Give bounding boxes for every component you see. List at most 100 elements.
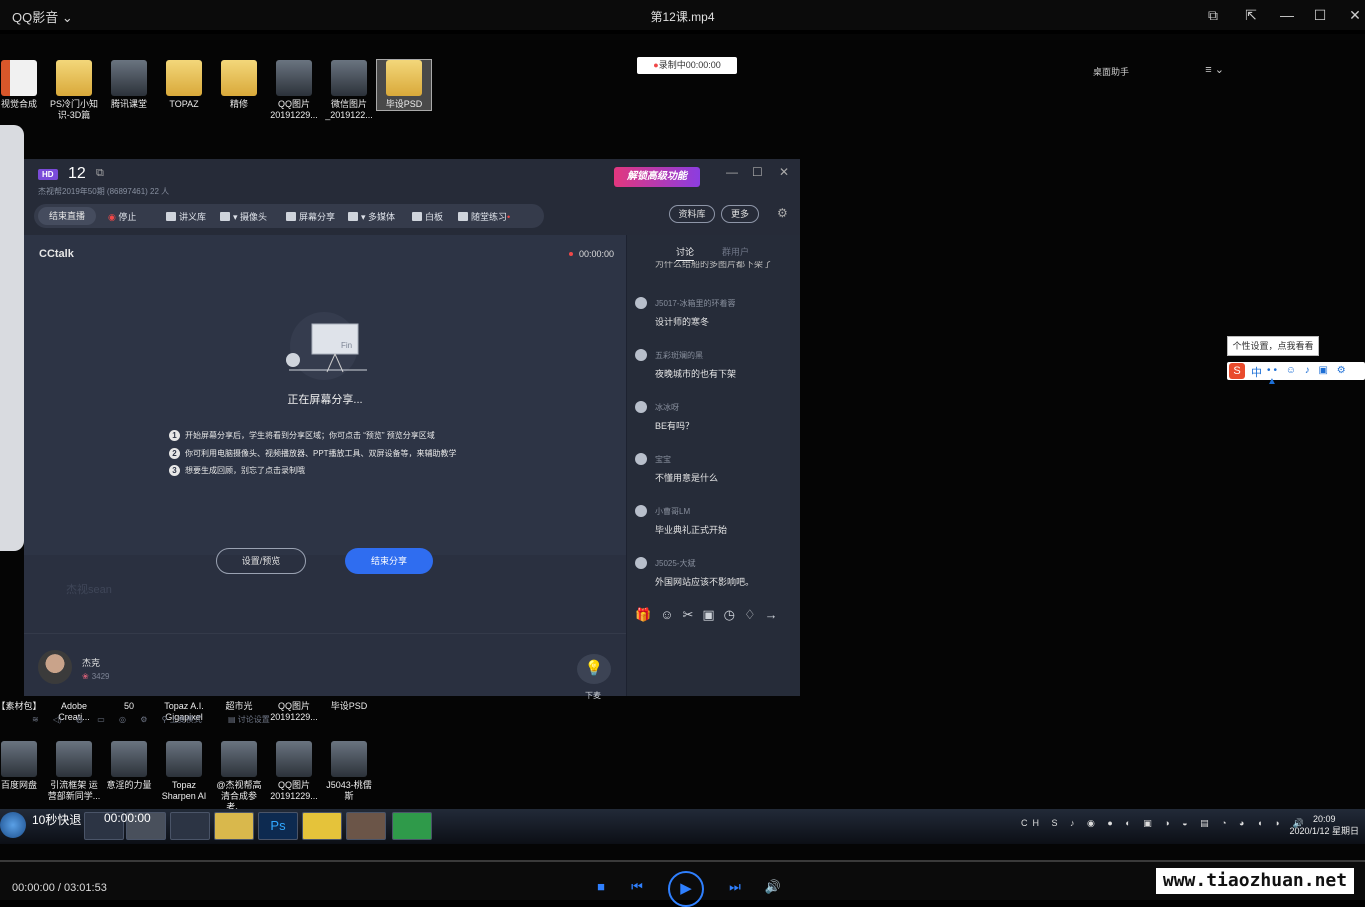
pip-icon[interactable]: ⧉ — [1204, 6, 1222, 24]
ime-toolbar[interactable]: S 中 •• ☺ ♪ ▣ ⚙ ▲ — [1227, 362, 1365, 387]
taskbar-photoshop[interactable]: Ps — [258, 812, 298, 840]
desktop-icon[interactable]: QQ图片20191229... — [267, 741, 321, 802]
end-share-button[interactable]: 结束分享 — [345, 548, 433, 574]
lecture-button[interactable]: 讲义库 — [166, 210, 206, 223]
ime-tip-bubble[interactable]: 个性设置，点我看看 — [1227, 336, 1319, 356]
taskbar-app[interactable] — [302, 812, 342, 840]
external-link-icon[interactable]: ⧉ — [96, 167, 104, 180]
ime-tools[interactable]: •• ☺ ♪ ▣ ⚙ ▲ — [1267, 365, 1365, 387]
mic-icon[interactable]: ◍ — [76, 715, 83, 724]
system-tray[interactable]: CH S ♪ ◉ ● ◐ ▣ ◑ ◒ ▤ ◔ ◕ ◖ ◗ 🔊 — [1021, 818, 1309, 829]
discussion-settings-link[interactable]: ▤ 讨论设置 — [228, 715, 282, 724]
mic-mode-link[interactable]: ⚲ 上麦模式 — [162, 715, 214, 724]
host-avatar[interactable] — [38, 650, 72, 684]
close-icon[interactable]: ✕ — [1346, 6, 1364, 24]
progress-bar[interactable] — [0, 860, 1365, 862]
bell-icon[interactable]: ♢ — [744, 607, 765, 622]
cc-maximize-icon[interactable]: ☐ — [752, 165, 763, 179]
camera-icon[interactable]: ◎ — [119, 715, 126, 724]
video-area[interactable]: 视觉合成 PS冷门小知识-3D篇 腾讯课堂 TOPAZ 精修 QQ图片20191229..… — [0, 34, 1365, 860]
tray-clock[interactable]: 20:09 2020/1/12 星期日 — [1289, 813, 1359, 837]
materials-button[interactable]: 资料库 — [669, 205, 715, 223]
user-avatar[interactable] — [635, 453, 647, 465]
gift-icon[interactable]: 🎁 — [635, 607, 660, 622]
tab-discuss[interactable]: 讨论 — [676, 245, 695, 261]
camera-icon — [220, 212, 230, 221]
whiteboard-button[interactable]: 白板 — [412, 210, 443, 223]
previous-icon[interactable]: ⏮ — [628, 879, 646, 895]
settings-icon[interactable]: ⚙ — [140, 715, 147, 724]
taskbar-app[interactable] — [170, 812, 210, 840]
unlock-premium-button[interactable]: 解锁高级功能 — [614, 167, 700, 187]
chat-clipped-message: 为什么给船的多图片都下架了 — [655, 261, 773, 269]
cc-close-icon[interactable]: ✕ — [779, 165, 789, 179]
play-icon[interactable]: ▶ — [668, 871, 704, 907]
user-avatar[interactable] — [635, 557, 647, 569]
tab-members[interactable]: 群用户 — [722, 245, 749, 258]
desktop-icon[interactable]: 精修 — [212, 60, 266, 110]
menu-icon[interactable]: ≡ ⌄ — [1205, 63, 1224, 76]
settings-gear-icon[interactable]: ⚙ — [777, 206, 788, 220]
image-file-icon — [276, 741, 312, 777]
maximize-icon[interactable]: ☐ — [1311, 6, 1329, 24]
ime-lang-toggle[interactable]: 中 — [1251, 364, 1262, 380]
user-avatar[interactable] — [635, 505, 647, 517]
desktop-icon[interactable]: 微信图片_2019122... — [322, 60, 376, 121]
desktop-icon[interactable]: Topaz Sharpen AI — [157, 741, 211, 802]
scissors-icon[interactable]: ✂ — [682, 607, 702, 622]
minimize-icon[interactable]: — — [1278, 6, 1296, 24]
desktop-icon[interactable]: 50 — [102, 701, 156, 712]
image-icon[interactable]: ▣ — [702, 607, 723, 622]
cc-minimize-icon[interactable]: — — [726, 165, 738, 179]
stop-record-button[interactable]: ◉ 停止 — [108, 210, 136, 223]
camera-button[interactable]: ▾ 摄像头 — [220, 210, 267, 223]
lightbulb-icon[interactable]: 💡 — [577, 654, 611, 684]
desktop-icon[interactable]: 毕设PSD — [322, 701, 376, 712]
speaker-icon[interactable]: ◁) — [53, 715, 62, 724]
media-button[interactable]: ▾ 多媒体 — [348, 210, 395, 223]
clock-icon[interactable]: ◷ — [724, 607, 744, 622]
desktop-icon[interactable]: 超市光 — [212, 701, 266, 712]
next-icon[interactable]: ⏭ — [726, 879, 744, 895]
desktop-icon[interactable]: PS冷门小知识-3D篇 — [47, 60, 101, 121]
desktop-icon[interactable]: 意淫的力量 — [102, 741, 156, 791]
screen-icon[interactable]: ▭ — [97, 715, 105, 724]
desktop-icon[interactable]: 百度网盘 — [0, 741, 46, 791]
start-button[interactable] — [0, 812, 26, 838]
taskbar-explorer[interactable] — [214, 812, 254, 840]
emoji-icon[interactable]: ☺ — [660, 607, 682, 622]
more-button[interactable]: 更多 — [721, 205, 759, 223]
stop-icon[interactable]: ■ — [592, 879, 610, 894]
settings-preview-button[interactable]: 设置/预览 — [216, 548, 306, 574]
user-avatar[interactable] — [635, 401, 647, 413]
desktop-icon[interactable]: TOPAZ — [157, 60, 211, 110]
sogou-icon[interactable]: S — [1229, 363, 1245, 379]
ppt-file-icon — [1, 60, 37, 96]
desktop-icon[interactable]: 毕设PSD — [376, 59, 432, 111]
desktop-icon-label: 50 — [123, 701, 134, 711]
desktop-helper[interactable]: 桌面助手 ≡ ⌄ — [1082, 59, 1238, 81]
screen-share-button[interactable]: 屏幕分享 — [286, 210, 335, 223]
desktop-icon-label: J5043-桃儒斯 — [326, 780, 372, 801]
desktop-icon[interactable]: 腾讯课堂 — [102, 60, 156, 110]
taskbar-app[interactable] — [346, 812, 386, 840]
desktop-icon[interactable]: 【素材包】 — [0, 701, 46, 712]
windows-taskbar: Ps CH S ♪ ◉ ● ◐ ▣ ◑ ◒ ▤ ◔ ◕ ◖ ◗ 🔊 20:09 … — [0, 809, 1365, 844]
send-arrow-icon[interactable]: → — [765, 607, 787, 622]
volume-icon[interactable]: 🔊 — [764, 879, 782, 895]
end-live-button[interactable]: 结束直播 — [38, 207, 96, 225]
desktop-icon[interactable]: J5043-桃儒斯 — [322, 741, 376, 802]
seek-overlay-label: 10秒快退 — [32, 813, 82, 827]
user-avatar[interactable] — [635, 297, 647, 309]
taskbar-app[interactable] — [392, 812, 432, 840]
host-name: 杰克 — [82, 658, 101, 668]
exercise-button[interactable]: 随堂练习• — [458, 210, 510, 223]
desktop-icon[interactable]: @杰视帮高清合成参考、... — [212, 741, 266, 813]
desktop-icon[interactable]: 视觉合成 — [0, 60, 46, 110]
desktop-helper-label: 桌面助手 — [1093, 67, 1130, 77]
user-avatar[interactable] — [635, 349, 647, 361]
pin-icon[interactable]: ⇱ — [1242, 6, 1260, 24]
desktop-icon[interactable]: QQ图片20191229... — [267, 60, 321, 121]
desktop-icon[interactable]: 引流框架 运营部新同学... — [47, 741, 101, 802]
player-filename: 第12课.mp4 — [650, 10, 715, 24]
